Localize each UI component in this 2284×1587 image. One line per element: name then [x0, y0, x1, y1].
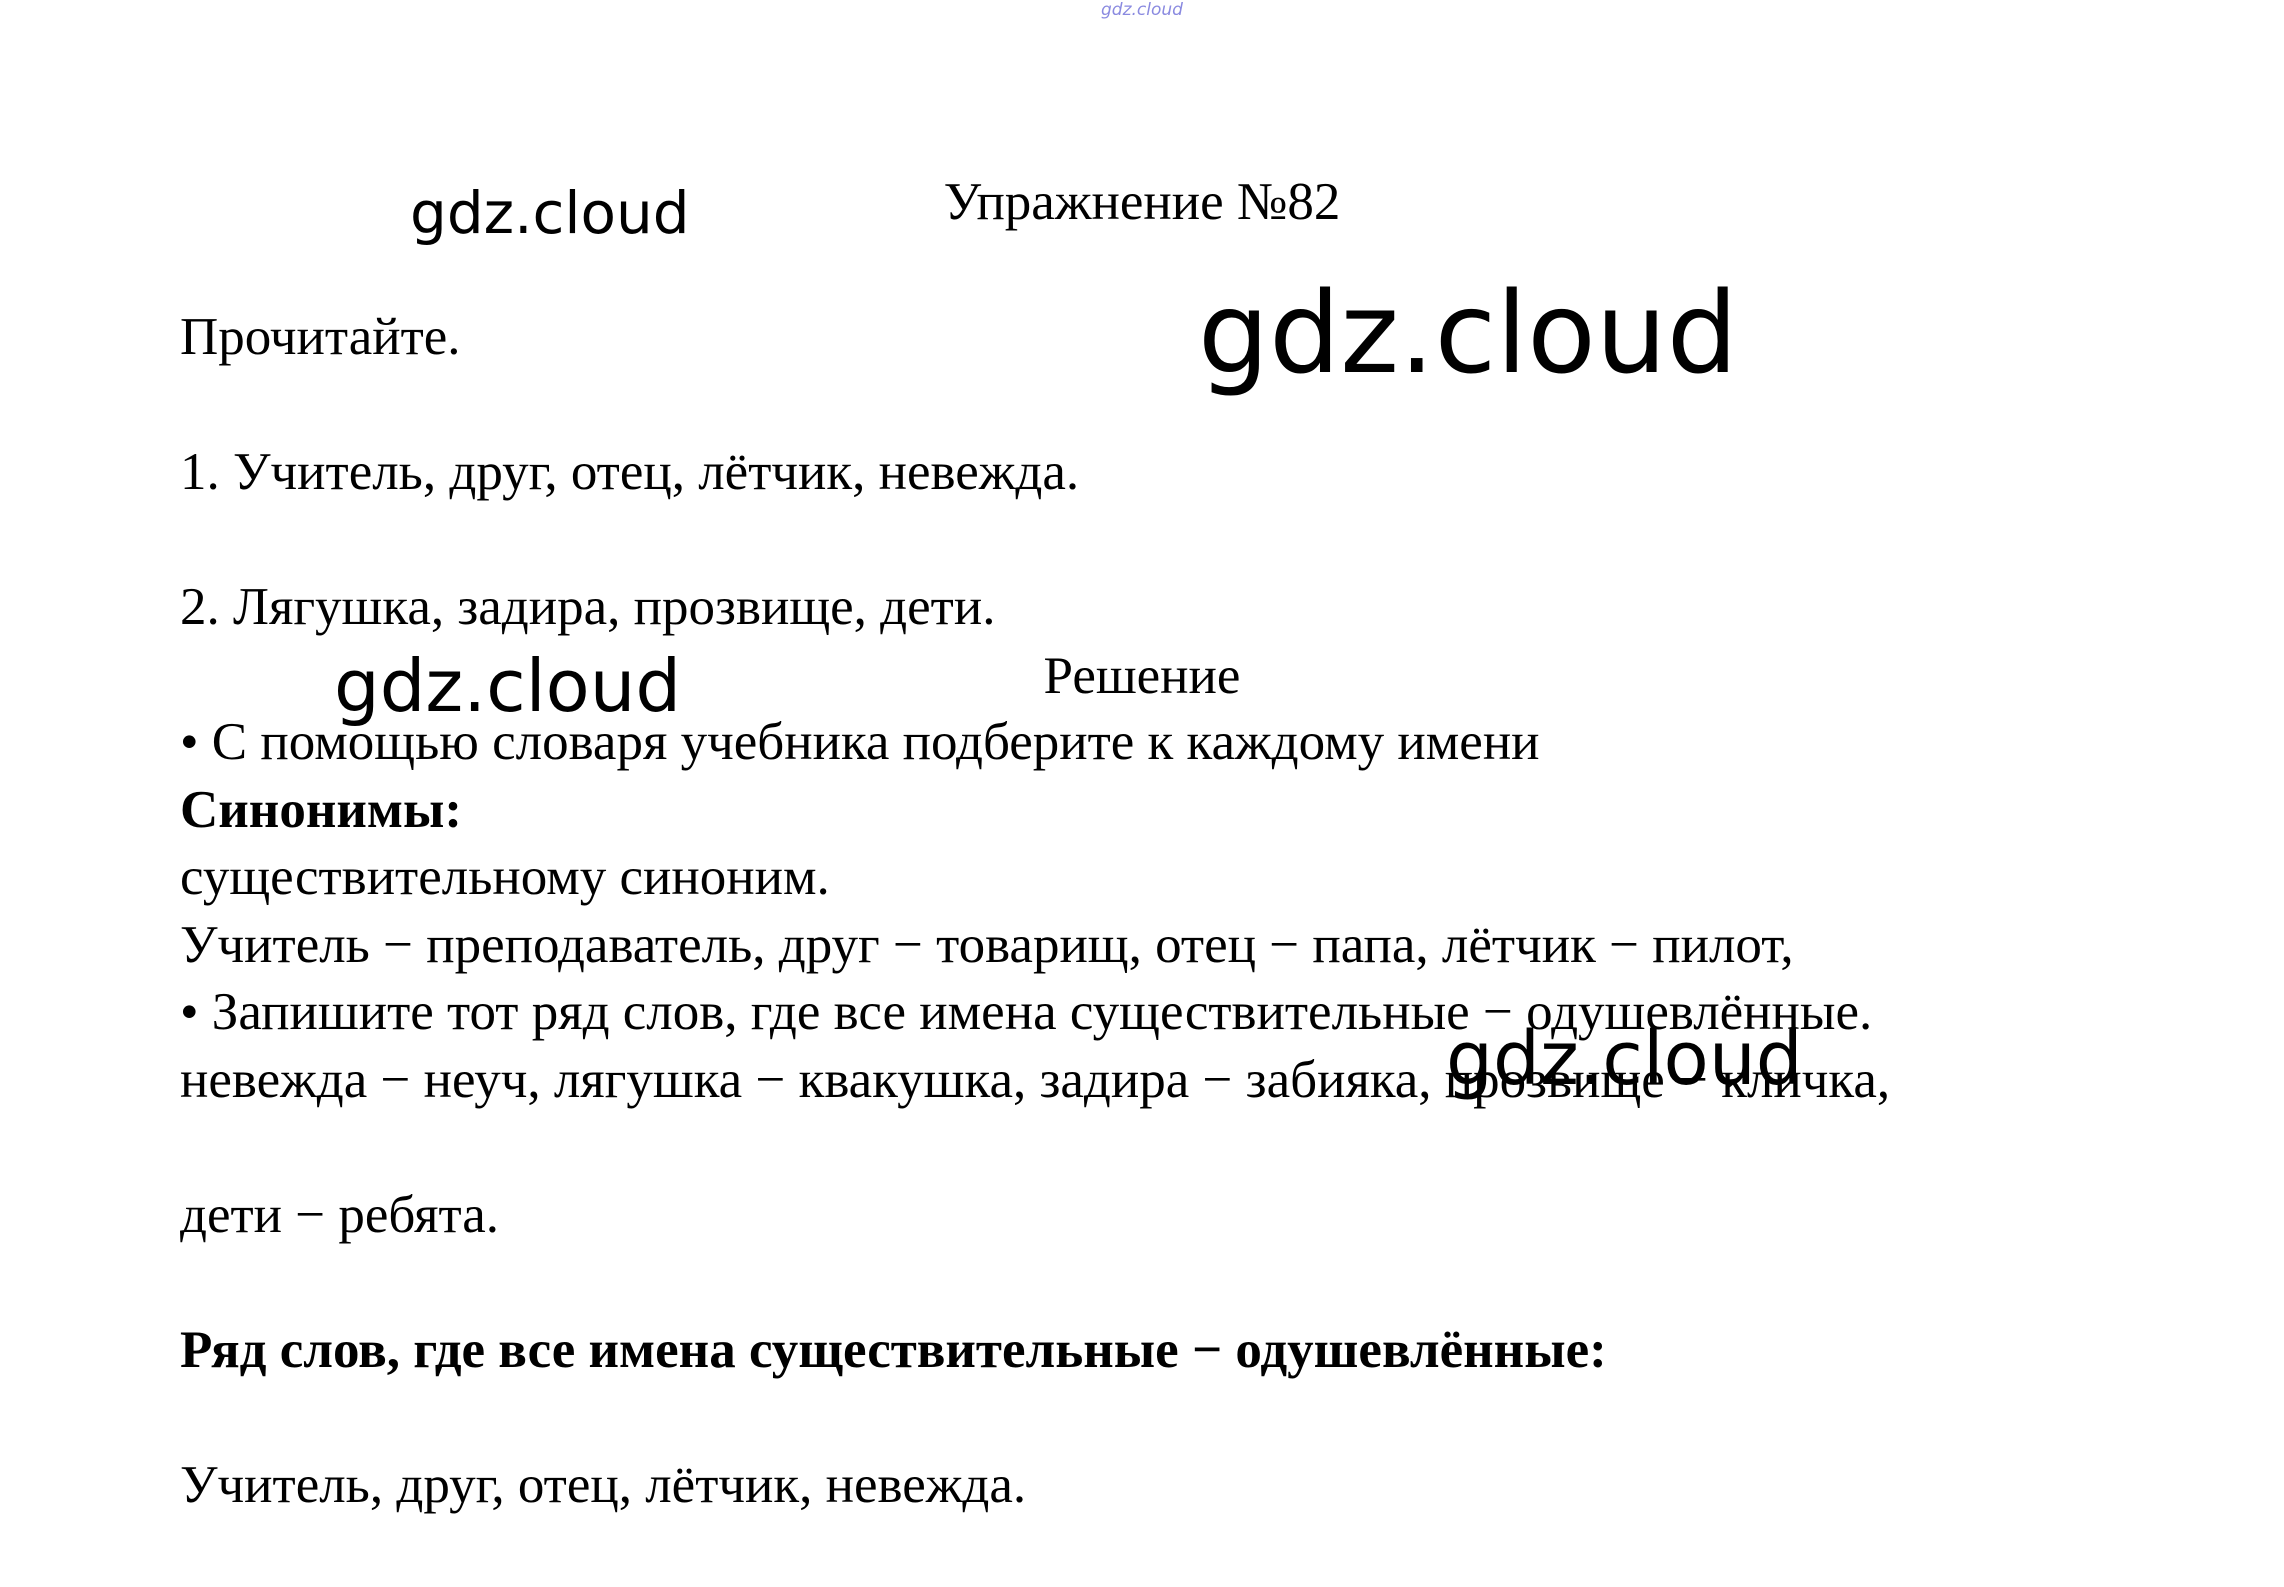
animate-heading: Ряд слов, где все имена существительные … — [180, 1320, 1607, 1379]
synonyms-heading: Синонимы: — [180, 780, 463, 839]
watermark: gdz.cloud — [410, 179, 690, 247]
watermark: gdz.cloud — [1198, 269, 1738, 399]
synonyms-line: невежда − неуч, лягушка − квакушка, зади… — [180, 1050, 1891, 1109]
synonyms-line: Учитель − преподаватель, друг − товарищ,… — [180, 915, 1794, 974]
animate-answer: Учитель, друг, отец, лётчик, невежда. — [180, 1455, 1027, 1514]
source-watermark-top: gdz.cloud — [1101, 0, 1183, 20]
document-page: gdz.cloud Упражнение №82 Прочитайте. 1. … — [0, 0, 2284, 1514]
task-line: 1. Учитель, друг, отец, лётчик, невежда. — [180, 442, 1080, 501]
exercise-title: Упражнение №82 — [943, 173, 1341, 231]
synonyms-line: дети − ребята. — [180, 1185, 500, 1244]
watermark: gdz.cloud — [1446, 1016, 1803, 1102]
watermark: gdz.cloud — [334, 644, 682, 728]
task-line: 2. Лягушка, задира, прозвище, дети. — [180, 577, 996, 636]
solution-body: Синонимы: Учитель − преподаватель, друг … — [180, 709, 2230, 1587]
